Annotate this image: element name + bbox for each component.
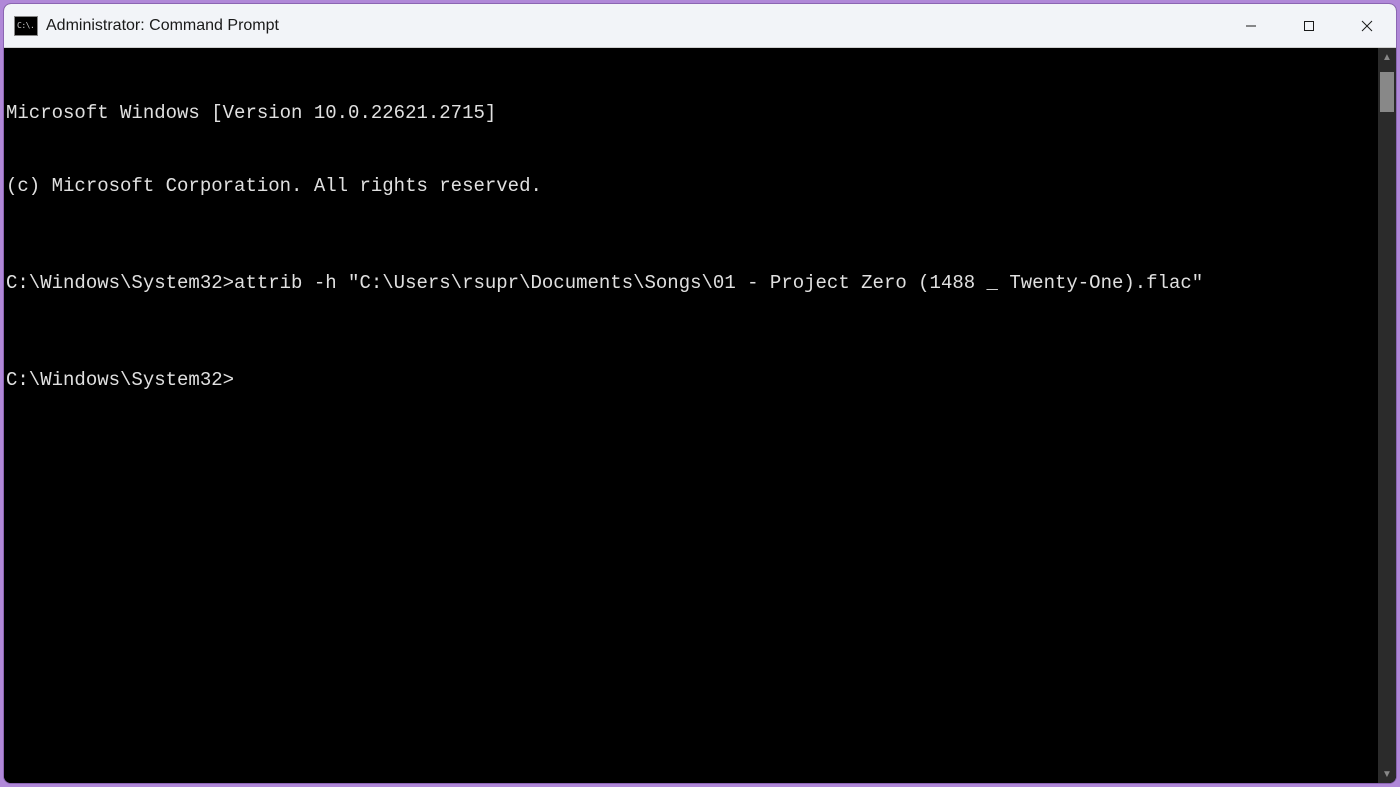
close-button[interactable] — [1338, 4, 1396, 47]
terminal-line: (c) Microsoft Corporation. All rights re… — [6, 174, 1376, 198]
window-title: Administrator: Command Prompt — [46, 17, 1222, 35]
window-controls — [1222, 4, 1396, 47]
minimize-icon — [1245, 20, 1257, 32]
terminal-line: Microsoft Windows [Version 10.0.22621.27… — [6, 101, 1376, 125]
terminal-prompt-line: C:\Windows\System32> — [6, 368, 1376, 392]
terminal-output[interactable]: Microsoft Windows [Version 10.0.22621.27… — [4, 48, 1378, 783]
scroll-up-arrow-icon[interactable]: ▲ — [1378, 48, 1396, 66]
terminal-line: C:\Windows\System32>attrib -h "C:\Users\… — [6, 271, 1376, 295]
scroll-down-arrow-icon[interactable]: ▼ — [1378, 765, 1396, 783]
minimize-button[interactable] — [1222, 4, 1280, 47]
maximize-button[interactable] — [1280, 4, 1338, 47]
maximize-icon — [1303, 20, 1315, 32]
close-icon — [1361, 20, 1373, 32]
scrollbar-thumb[interactable] — [1380, 72, 1394, 112]
vertical-scrollbar[interactable]: ▲ ▼ — [1378, 48, 1396, 783]
terminal-area: Microsoft Windows [Version 10.0.22621.27… — [4, 48, 1396, 783]
cmd-icon: C:\. — [14, 16, 38, 36]
titlebar[interactable]: C:\. Administrator: Command Prompt — [4, 4, 1396, 48]
command-prompt-window: C:\. Administrator: Command Prompt Micro… — [3, 3, 1397, 784]
